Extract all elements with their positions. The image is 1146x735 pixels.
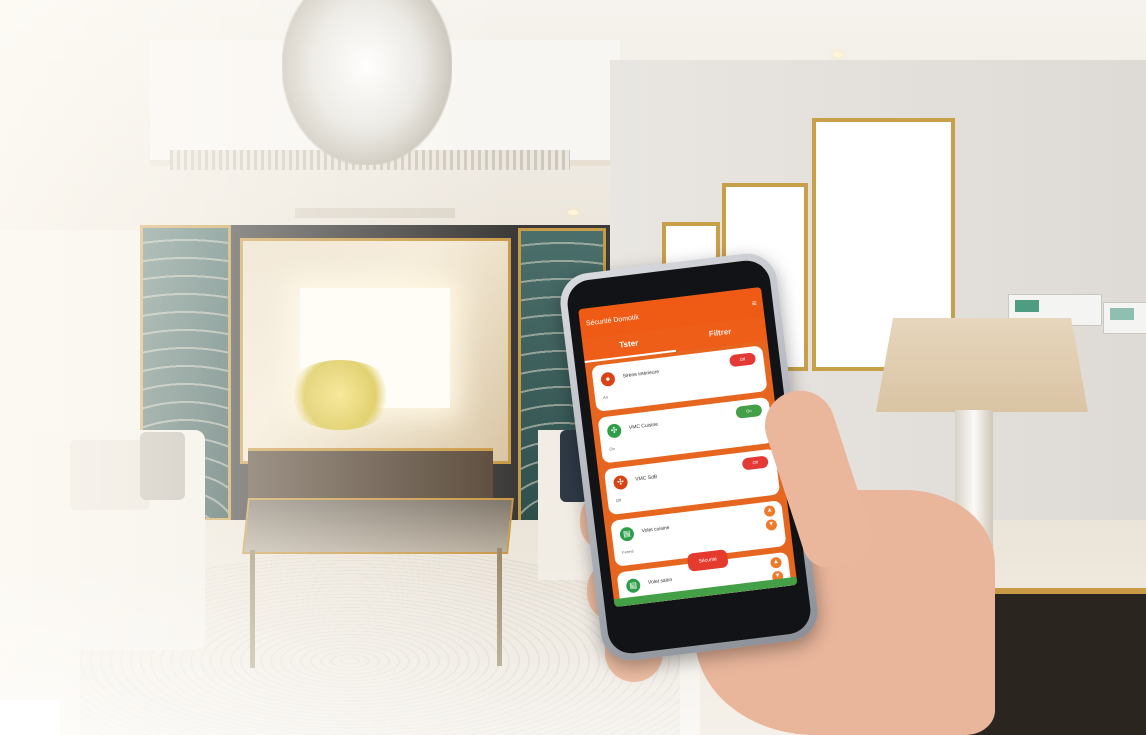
device-state: Off <box>615 497 622 504</box>
shutter-icon: ▤ <box>625 577 642 594</box>
fan-icon: ✣ <box>612 474 629 491</box>
device-state: On <box>609 446 616 452</box>
device-toggle[interactable]: Off <box>741 455 769 471</box>
siren-icon: ● <box>600 371 616 388</box>
device-state: Fermé <box>621 548 634 555</box>
device-name: VMC Cuisine <box>628 421 659 432</box>
phone-screen: Sécurité Domotik ≡ Tster Filtrer ● Sirèn… <box>578 286 798 608</box>
device-state: Arr <box>602 394 609 401</box>
chevron-up-icon[interactable]: ▲ <box>763 504 776 518</box>
device-toggle[interactable]: On <box>735 403 763 419</box>
shutter-controls: ▲ ▼ <box>763 504 779 534</box>
living-room-photo: Sécurité Domotik ≡ Tster Filtrer ● Sirèn… <box>0 0 1146 735</box>
shutter-icon: ▤ <box>619 526 635 542</box>
device-name: VMC SdB <box>635 474 658 483</box>
fan-icon: ✣ <box>606 423 623 439</box>
chevron-down-icon[interactable]: ▼ <box>765 518 778 532</box>
device-toggle[interactable]: Off <box>728 352 757 368</box>
device-name: Volet salon <box>647 576 673 586</box>
menu-icon[interactable]: ≡ <box>752 298 758 308</box>
corner-patch <box>0 700 60 735</box>
app-title: Sécurité Domotik <box>585 313 640 328</box>
device-name: Sirène intérieure <box>622 369 660 380</box>
chevron-up-icon[interactable]: ▲ <box>769 556 783 569</box>
device-name: Volet cuisine <box>641 524 670 535</box>
